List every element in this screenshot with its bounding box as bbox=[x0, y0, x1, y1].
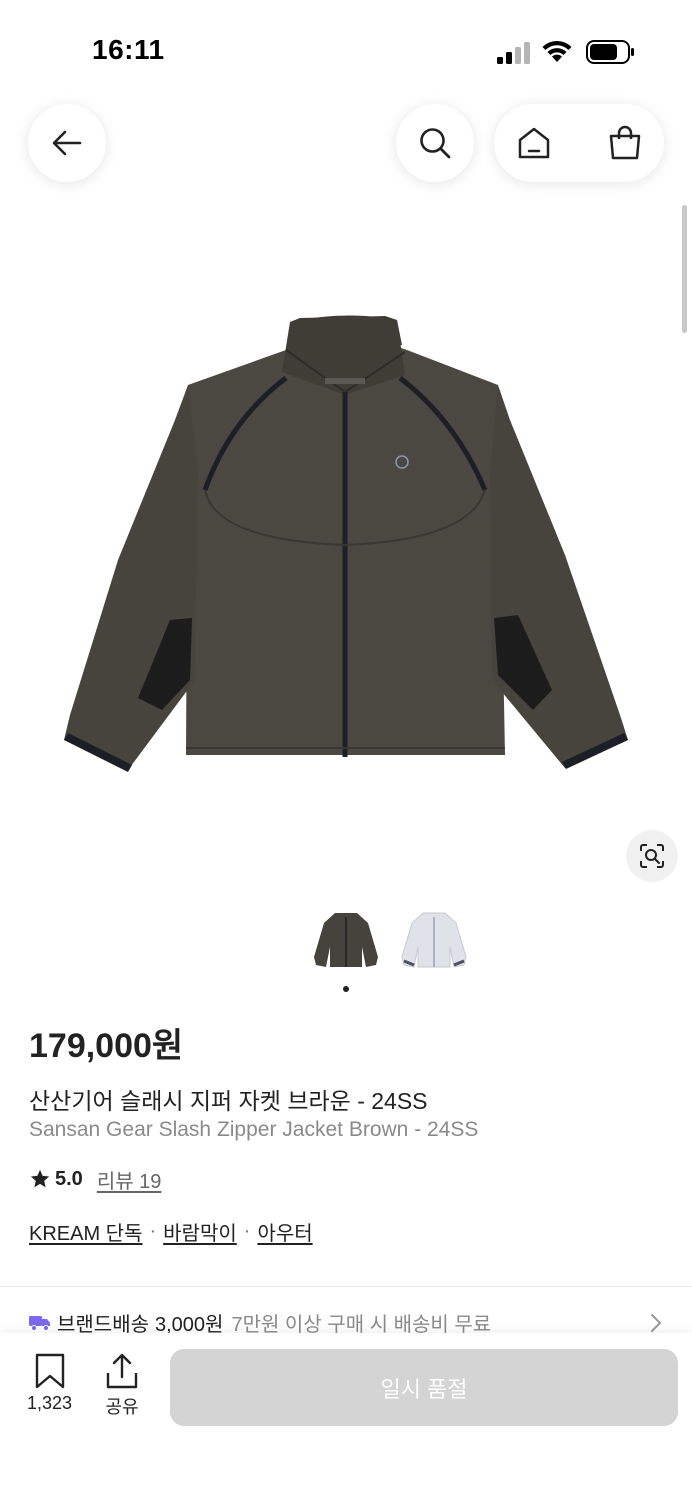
bookmark-count: 1,323 bbox=[27, 1393, 73, 1413]
home-icon bbox=[518, 127, 550, 159]
carousel-indicator bbox=[343, 986, 349, 992]
thumbnail-brown[interactable] bbox=[308, 905, 384, 975]
star-icon bbox=[30, 1169, 50, 1188]
search-button[interactable] bbox=[396, 104, 474, 182]
bookmark-button[interactable]: 1,323 bbox=[27, 1353, 72, 1414]
color-thumbnails bbox=[0, 905, 692, 975]
shopping-bag-icon bbox=[609, 125, 641, 160]
review-link[interactable]: 리뷰 19 bbox=[97, 1165, 162, 1194]
tag-outerwear[interactable]: 아우터 bbox=[257, 1217, 312, 1246]
arrow-left-icon bbox=[52, 130, 82, 156]
share-icon bbox=[106, 1353, 138, 1389]
status-bar: 16:11 bbox=[0, 0, 692, 100]
cellular-signal-icon bbox=[497, 42, 530, 64]
tag-separator: · bbox=[243, 1220, 251, 1242]
product-name-ko: 산산기어 슬래시 지퍼 자켓 브라운 - 24SS bbox=[29, 1088, 428, 1114]
status-time: 16:11 bbox=[92, 34, 165, 65]
home-button[interactable] bbox=[495, 104, 573, 182]
truck-icon bbox=[29, 1316, 50, 1331]
rating-row: 5.0 리뷰 19 bbox=[29, 1165, 161, 1193]
cart-button[interactable] bbox=[586, 104, 664, 182]
product-tags: KREAM 단독 · 바람막이 · 아우터 bbox=[29, 1217, 313, 1246]
lens-search-icon bbox=[640, 844, 664, 868]
tag-separator: · bbox=[149, 1220, 157, 1242]
nav-pill bbox=[494, 104, 664, 182]
soldout-button[interactable]: 일시 품절 bbox=[170, 1349, 678, 1426]
share-label: 공유 bbox=[105, 1397, 139, 1417]
chevron-right-icon[interactable] bbox=[648, 1312, 664, 1334]
thumbnail-light-gray[interactable] bbox=[396, 905, 472, 975]
section-divider bbox=[0, 1286, 692, 1287]
search-icon bbox=[420, 128, 451, 159]
rating-score: 5.0 bbox=[55, 1167, 83, 1190]
product-price: 179,000원 bbox=[29, 1027, 184, 1065]
battery-icon bbox=[586, 40, 634, 64]
back-button[interactable] bbox=[28, 104, 106, 182]
bottom-action-bar: 1,323 공유 일시 품절 bbox=[0, 1333, 692, 1500]
share-button[interactable]: 공유 bbox=[104, 1353, 140, 1419]
lens-search-button[interactable] bbox=[626, 830, 678, 882]
bookmark-icon bbox=[35, 1353, 64, 1389]
shipping-row[interactable]: 브랜드배송 3,000원 7만원 이상 구매 시 배송비 무료 bbox=[29, 1308, 491, 1336]
tag-kream-exclusive[interactable]: KREAM 단독 bbox=[29, 1217, 142, 1246]
product-image[interactable] bbox=[0, 250, 692, 890]
tag-windbreaker[interactable]: 바람막이 bbox=[163, 1217, 237, 1246]
product-name-en: Sansan Gear Slash Zipper Jacket Brown - … bbox=[29, 1118, 479, 1141]
wifi-icon bbox=[542, 40, 572, 62]
